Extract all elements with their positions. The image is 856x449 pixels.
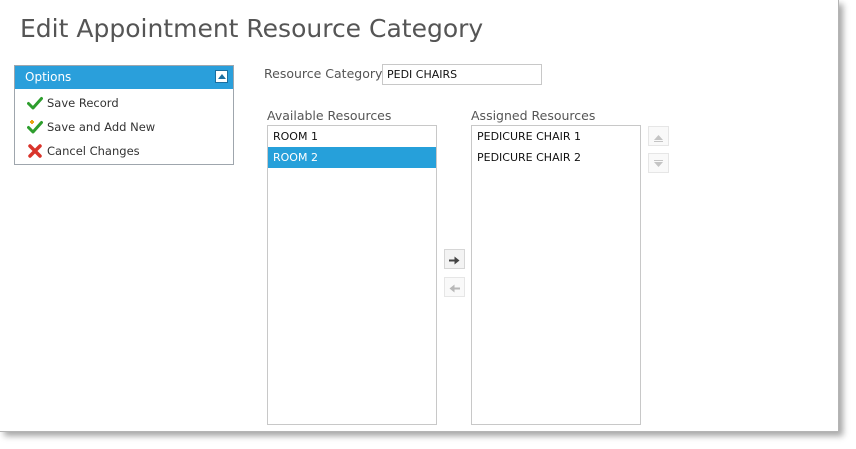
save-and-add-new-button[interactable]: Save and Add New <box>15 115 233 139</box>
arrow-up-icon <box>653 127 664 146</box>
move-left-button[interactable] <box>444 277 465 297</box>
assigned-resources-list[interactable]: PEDICURE CHAIR 1 PEDICURE CHAIR 2 <box>471 125 641 425</box>
resource-category-input[interactable] <box>382 64 542 85</box>
checkmark-icon <box>27 95 45 111</box>
available-resources-label: Available Resources <box>267 108 392 123</box>
resource-category-label: Resource Category <box>264 66 383 81</box>
cancel-changes-label: Cancel Changes <box>47 144 140 158</box>
save-record-button[interactable]: Save Record <box>15 91 233 115</box>
cancel-changes-button[interactable]: Cancel Changes <box>15 139 233 163</box>
list-item[interactable]: ROOM 1 <box>268 126 436 147</box>
list-item[interactable]: PEDICURE CHAIR 2 <box>472 147 640 168</box>
save-record-label: Save Record <box>47 96 119 110</box>
assigned-resources-label: Assigned Resources <box>471 108 596 123</box>
move-right-button[interactable] <box>444 249 465 269</box>
arrow-right-icon <box>449 250 460 269</box>
options-header-label: Options <box>25 70 72 84</box>
arrow-left-icon <box>449 278 460 297</box>
list-item-selected[interactable]: ROOM 2 <box>268 147 436 168</box>
options-header: Options <box>15 66 233 89</box>
page-title: Edit Appointment Resource Category <box>20 14 484 43</box>
arrow-down-icon <box>653 154 664 173</box>
options-panel: Options Save Record Save and Add New Can… <box>14 65 234 165</box>
list-item[interactable]: PEDICURE CHAIR 1 <box>472 126 640 147</box>
move-up-button[interactable] <box>648 126 669 146</box>
collapse-options-button[interactable] <box>215 70 228 83</box>
options-list: Save Record Save and Add New Cancel Chan… <box>15 89 233 163</box>
app-window: Edit Appointment Resource Category Optio… <box>0 0 839 432</box>
save-and-add-new-label: Save and Add New <box>47 120 156 134</box>
move-down-button[interactable] <box>648 153 669 173</box>
available-resources-list[interactable]: ROOM 1 ROOM 2 <box>267 125 437 425</box>
checkmark-plus-icon <box>27 119 45 135</box>
red-x-icon <box>27 143 45 159</box>
